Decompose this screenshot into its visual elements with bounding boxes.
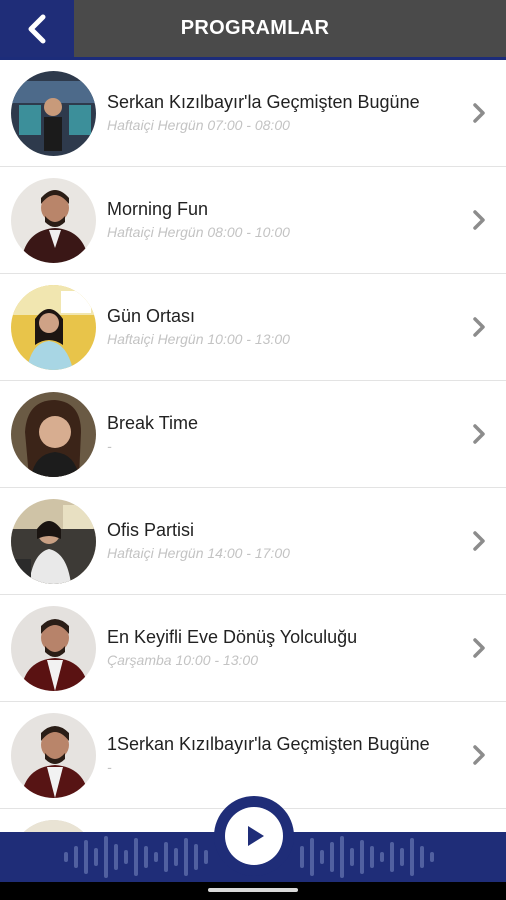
chevron-left-icon bbox=[28, 14, 46, 43]
program-schedule: Haftaiçi Hergün 14:00 - 17:00 bbox=[107, 545, 290, 561]
program-schedule: Haftaiçi Hergün 08:00 - 10:00 bbox=[107, 224, 290, 240]
program-row[interactable]: Gün Ortası Haftaiçi Hergün 10:00 - 13:00 bbox=[0, 274, 506, 381]
program-row[interactable]: Break Time - bbox=[0, 381, 506, 488]
program-name: En Keyifli Eve Dönüş Yolculuğu bbox=[107, 627, 358, 647]
program-avatar bbox=[11, 606, 96, 691]
app-header: PROGRAMLAR bbox=[0, 0, 506, 60]
program-name: Gün Ortası bbox=[107, 306, 196, 326]
program-avatar bbox=[11, 71, 96, 156]
play-button-inner bbox=[225, 807, 283, 865]
back-button[interactable] bbox=[0, 0, 74, 57]
program-row[interactable]: 1Serkan Kızılbayır'la Geçmişten Bugüne - bbox=[0, 702, 506, 809]
program-schedule: Çarşamba 10:00 - 13:00 bbox=[107, 652, 258, 668]
home-indicator[interactable] bbox=[208, 888, 298, 892]
play-button[interactable] bbox=[214, 796, 294, 876]
program-row[interactable]: Serkan Kızılbayır'la Geçmişten Bugüne Ha… bbox=[0, 60, 506, 167]
program-row[interactable]: Ofis Partisi Haftaiçi Hergün 14:00 - 17:… bbox=[0, 488, 506, 595]
program-row[interactable]: Morning Fun Haftaiçi Hergün 08:00 - 10:0… bbox=[0, 167, 506, 274]
chevron-right-icon bbox=[473, 638, 485, 658]
program-row[interactable]: En Keyifli Eve Dönüş Yolculuğu Çarşamba … bbox=[0, 595, 506, 702]
program-schedule: Haftaiçi Hergün 10:00 - 13:00 bbox=[107, 331, 290, 347]
program-schedule: - bbox=[107, 759, 112, 775]
program-name: Morning Fun bbox=[107, 199, 209, 219]
program-name: Break Time bbox=[107, 413, 199, 433]
program-list: Serkan Kızılbayır'la Geçmişten Bugüne Ha… bbox=[0, 60, 506, 832]
program-schedule: Haftaiçi Hergün 07:00 - 08:00 bbox=[107, 117, 290, 133]
play-icon bbox=[248, 826, 264, 846]
program-avatar bbox=[11, 713, 96, 798]
program-avatar bbox=[11, 392, 96, 477]
program-avatar bbox=[11, 285, 96, 370]
program-name: 1Serkan Kızılbayır'la Geçmişten Bugüne bbox=[107, 734, 430, 754]
program-name: Serkan Kızılbayır'la Geçmişten Bugüne bbox=[107, 92, 420, 112]
chevron-right-icon bbox=[473, 531, 485, 551]
program-avatar bbox=[11, 820, 96, 832]
chevron-right-icon bbox=[473, 317, 485, 337]
chevron-right-icon bbox=[473, 103, 485, 123]
chevron-right-icon bbox=[473, 745, 485, 765]
page-title: PROGRAMLAR bbox=[180, 17, 330, 39]
chevron-right-icon bbox=[473, 424, 485, 444]
program-avatar bbox=[11, 499, 96, 584]
program-avatar bbox=[11, 178, 96, 263]
chevron-right-icon bbox=[473, 210, 485, 230]
program-name: Ofis Partisi bbox=[107, 520, 195, 540]
program-schedule: - bbox=[107, 438, 112, 454]
